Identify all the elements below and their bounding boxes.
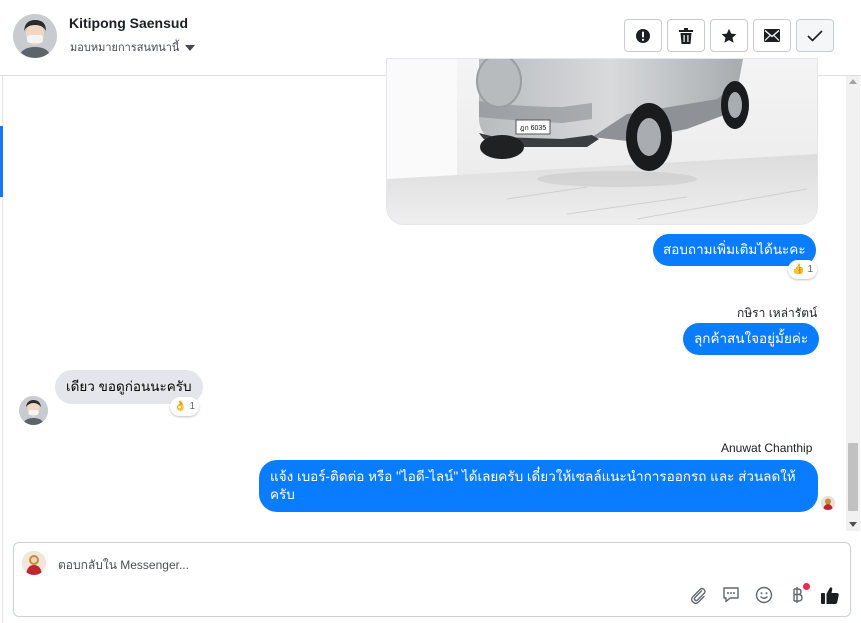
exclamation-icon: [636, 28, 650, 43]
agent-avatar-small: [821, 496, 835, 510]
delete-button[interactable]: [667, 19, 705, 52]
assign-label: มอบหมายการสนทนานี้: [70, 42, 180, 54]
scroll-thumb[interactable]: [848, 443, 858, 511]
sender-name: Anuwat Chanthip: [721, 441, 813, 455]
left-divider: [2, 0, 3, 623]
composer-tools: [687, 583, 841, 606]
check-icon: [807, 29, 823, 42]
contact-avatar[interactable]: [13, 14, 57, 58]
mark-unread-button[interactable]: [753, 19, 791, 52]
scroll-down-arrow-icon[interactable]: [849, 522, 857, 527]
car-photo-attachment[interactable]: ฎก 6035: [386, 58, 818, 225]
currency-icon: [793, 587, 803, 603]
reaction-count: 1: [807, 264, 814, 275]
like-icon: [821, 587, 839, 604]
star-icon: [721, 28, 737, 43]
attach-button[interactable]: [687, 584, 709, 606]
reply-composer: [13, 542, 851, 617]
reaction-count: 1: [189, 401, 196, 412]
emoji-icon: [755, 586, 773, 604]
message-reaction[interactable]: 👍 1: [788, 260, 818, 279]
mark-done-button[interactable]: [796, 19, 834, 52]
envelope-icon: [764, 29, 780, 42]
contact-name[interactable]: Kitipong Saensud: [69, 15, 188, 31]
trash-icon: [679, 27, 693, 44]
like-button[interactable]: [819, 584, 841, 606]
star-button[interactable]: [710, 19, 748, 52]
outgoing-message[interactable]: แจ้ง เบอร์-ติดต่อ หรือ "ไอดี-ไลน์" ได้เล…: [259, 460, 818, 512]
paperclip-icon: [690, 587, 706, 604]
header-actions: [624, 19, 834, 52]
notification-dot: [803, 583, 810, 590]
page-avatar: [22, 551, 46, 575]
message-text: ลุกค้าสนใจอยู่มั้ยค่ะ: [694, 331, 809, 346]
payment-button[interactable]: [786, 583, 810, 606]
spam-button[interactable]: [624, 19, 662, 52]
emoji-button[interactable]: [753, 584, 775, 606]
caret-down-icon: [185, 44, 196, 51]
saved-reply-icon: [723, 587, 739, 603]
message-scrollbar[interactable]: [846, 76, 860, 531]
contact-avatar-small[interactable]: [19, 396, 48, 425]
reply-input[interactable]: [58, 558, 658, 572]
message-reaction[interactable]: 👌 1: [170, 397, 200, 416]
saved-replies-button[interactable]: [720, 584, 742, 606]
license-plate-text: ฎก 6035: [520, 125, 547, 132]
message-text: แจ้ง เบอร์-ติดต่อ หรือ "ไอดี-ไลน์" ได้เล…: [270, 469, 796, 502]
scroll-up-arrow-icon[interactable]: [849, 79, 857, 84]
outgoing-message[interactable]: ลุกค้าสนใจอยู่มั้ยค่ะ: [683, 323, 820, 355]
active-conversation-indicator: [0, 126, 3, 197]
assign-conversation-dropdown[interactable]: มอบหมายการสนทนานี้: [70, 38, 196, 56]
sender-name: กษิรา เหล่ารัตน์: [737, 306, 818, 320]
message-text: เดียว ขอดูก่อนนะครับ: [66, 379, 192, 394]
thumbs-up-emoji-icon: 👍: [792, 264, 805, 275]
message-text: สอบถามเพิ่มเติมได้นะคะ: [663, 242, 806, 257]
ok-hand-emoji-icon: 👌: [174, 401, 187, 412]
